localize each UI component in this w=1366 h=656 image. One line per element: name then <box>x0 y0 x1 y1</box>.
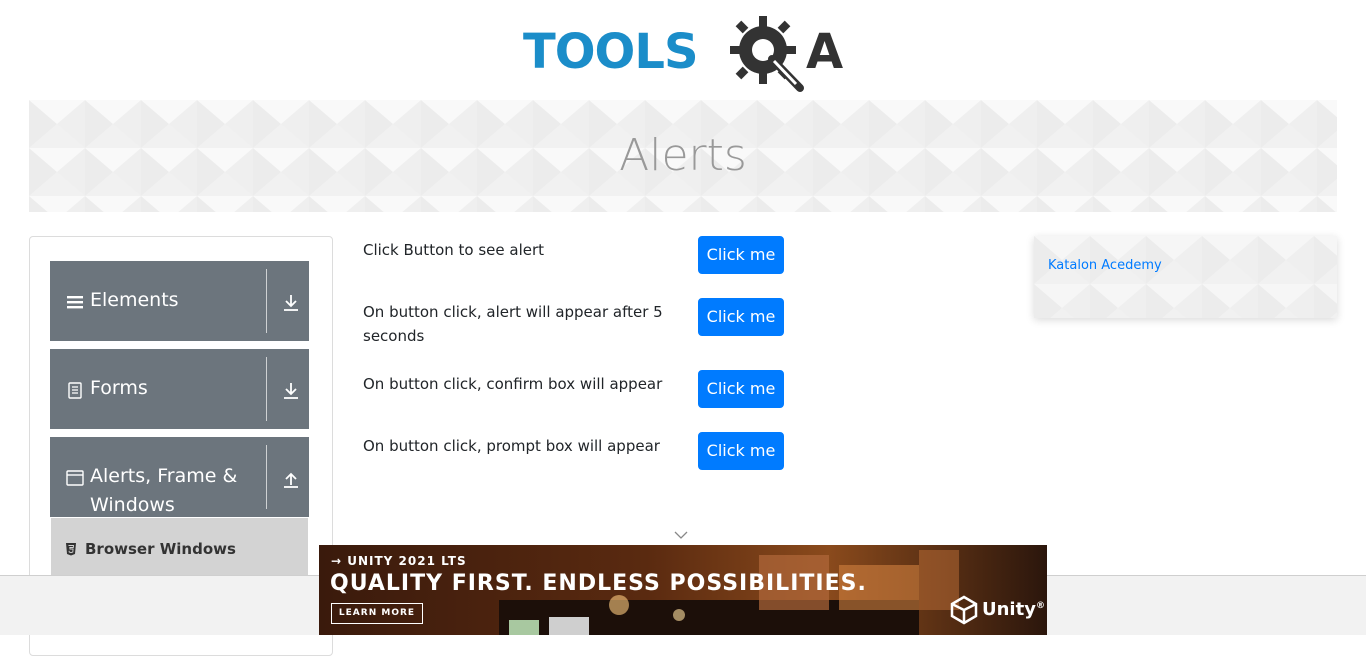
html5-icon <box>66 543 76 556</box>
unity-ad-banner[interactable]: → UNITY 2021 LTS QUALITY FIRST. ENDLESS … <box>319 545 1047 635</box>
group-divider <box>266 445 267 509</box>
sidebar-group-alerts-frame-windows[interactable]: Alerts, Frame & Windows <box>50 437 309 517</box>
sidebar-item-label: Browser Windows <box>85 540 236 558</box>
page-title: Alerts <box>619 130 747 181</box>
upload-arrow-icon[interactable] <box>282 469 300 489</box>
alert-button[interactable]: Click me <box>698 236 784 274</box>
sidebar-group-forms[interactable]: Forms <box>50 349 309 429</box>
header: TOOLS A <box>0 0 1366 100</box>
ad-headline: QUALITY FIRST. ENDLESS POSSIBILITIES. <box>330 571 867 596</box>
group-divider <box>266 357 267 421</box>
sidebar-group-elements[interactable]: Elements <box>50 261 309 341</box>
unity-cube-icon <box>950 595 978 625</box>
row-label-alert: Click Button to see alert <box>363 241 545 259</box>
sidebar-group-label: Forms <box>90 377 148 399</box>
confirm-button[interactable]: Click me <box>698 370 784 408</box>
prompt-button[interactable]: Click me <box>698 432 784 470</box>
row-label-timer-alert: On button click, alert will appear after… <box>363 303 663 345</box>
ad-kicker: → UNITY 2021 LTS <box>331 554 467 568</box>
sidebar-group-label-line2: Windows <box>90 494 175 516</box>
row-label-prompt: On button click, prompt box will appear <box>363 437 660 455</box>
right-ad-card: Katalon Acedemy <box>1034 236 1337 318</box>
logo-text-a: A <box>806 24 844 80</box>
gear-magnifier-icon <box>730 16 804 92</box>
download-arrow-icon[interactable] <box>282 381 300 401</box>
triangle-pattern-background <box>1034 236 1337 318</box>
row-label-confirm: On button click, confirm box will appear <box>363 375 663 393</box>
sidebar-group-label-line1: Alerts, Frame & <box>90 465 238 487</box>
registered-mark: ® <box>1035 601 1045 611</box>
hamburger-icon <box>67 296 83 309</box>
learn-more-button[interactable]: LEARN MORE <box>331 603 423 624</box>
download-arrow-icon[interactable] <box>282 293 300 313</box>
unity-logo: Unity® <box>950 595 1045 625</box>
timer-alert-button[interactable]: Click me <box>698 298 784 336</box>
chevron-down-icon[interactable] <box>674 530 688 540</box>
katalon-academy-link[interactable]: Katalon Acedemy <box>1048 258 1162 273</box>
document-icon <box>68 382 82 399</box>
group-divider <box>266 269 267 333</box>
window-icon <box>66 470 84 486</box>
toolsqa-logo[interactable]: TOOLS A <box>523 14 849 92</box>
page-banner: Alerts <box>29 100 1337 212</box>
unity-brand-name: Unity <box>982 599 1036 620</box>
sidebar-item-browser-windows[interactable]: Browser Windows <box>51 518 308 576</box>
unity-brand-text: Unity® <box>982 599 1045 620</box>
sidebar-group-label: Elements <box>90 289 179 311</box>
logo-text-tools: TOOLS <box>523 24 699 80</box>
